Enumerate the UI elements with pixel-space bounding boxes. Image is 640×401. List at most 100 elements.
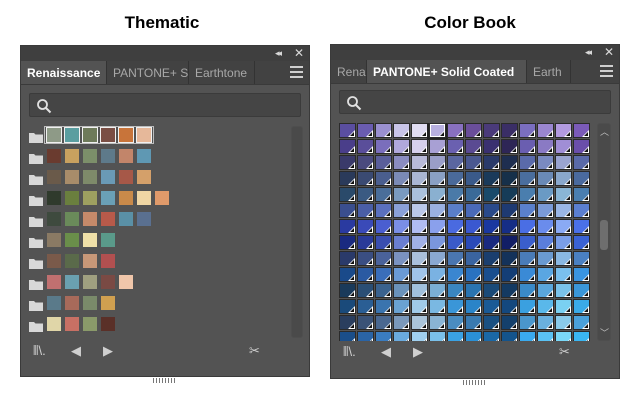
color-swatch[interactable] [101,254,115,268]
spot-color-swatch[interactable] [555,331,572,341]
spot-color-swatch[interactable] [519,187,536,202]
spot-color-swatch[interactable] [519,315,536,330]
spot-color-swatch[interactable] [483,315,500,330]
color-swatch[interactable] [101,170,115,184]
spot-color-swatch[interactable] [519,155,536,170]
spot-color-swatch[interactable] [357,171,374,186]
spot-color-swatch[interactable] [393,155,410,170]
spot-color-swatch[interactable] [447,299,464,314]
color-swatch[interactable] [47,275,61,289]
color-group-folder-icon[interactable] [29,130,43,143]
spot-color-swatch[interactable] [393,219,410,234]
spot-color-swatch[interactable] [357,203,374,218]
spot-color-swatch[interactable] [573,283,590,298]
spot-color-swatch[interactable] [465,187,482,202]
tab-pantone-solid-coated[interactable]: PANTONE+ Solid Coated [367,60,527,83]
spot-color-swatch[interactable] [375,331,392,341]
spot-color-swatch[interactable] [411,139,428,154]
spot-color-swatch[interactable] [555,155,572,170]
spot-color-swatch[interactable] [483,155,500,170]
spot-color-swatch[interactable] [357,267,374,282]
spot-color-swatch[interactable] [447,203,464,218]
tab-earthtone[interactable]: Earthtone [189,61,255,84]
spot-color-swatch[interactable] [555,203,572,218]
hamburger-menu-icon[interactable] [290,66,303,78]
color-group-folder-icon[interactable] [29,235,43,248]
spot-color-swatch[interactable] [465,251,482,266]
spot-color-swatch[interactable] [375,187,392,202]
spot-color-swatch[interactable] [465,315,482,330]
scroll-up-icon[interactable]: ︿ [600,125,609,138]
spot-color-swatch[interactable] [483,171,500,186]
spot-color-swatch[interactable] [573,235,590,250]
color-swatch[interactable] [65,170,79,184]
spot-color-swatch[interactable] [537,251,554,266]
spot-color-swatch[interactable] [411,235,428,250]
spot-color-swatch[interactable] [501,171,518,186]
spot-color-swatch[interactable] [339,171,356,186]
spot-color-swatch[interactable] [339,283,356,298]
spot-color-swatch[interactable] [447,251,464,266]
spot-color-swatch[interactable] [501,299,518,314]
color-swatch[interactable] [83,233,97,247]
spot-color-swatch[interactable] [411,187,428,202]
spot-color-swatch[interactable] [501,235,518,250]
spot-color-swatch[interactable] [357,331,374,341]
spot-color-swatch[interactable] [429,315,446,330]
spot-color-swatch[interactable] [339,203,356,218]
color-swatch[interactable] [47,212,61,226]
color-swatch[interactable] [83,275,97,289]
spot-color-swatch[interactable] [411,171,428,186]
spot-color-swatch[interactable] [501,251,518,266]
color-swatch[interactable] [83,149,97,163]
spot-color-swatch[interactable] [375,203,392,218]
spot-color-swatch[interactable] [393,315,410,330]
tab-earthtone[interactable]: Earth [527,60,571,83]
spot-color-swatch[interactable] [483,139,500,154]
spot-color-swatch[interactable] [555,187,572,202]
panel-title-bar[interactable]: ◂◂ ✕ [331,45,619,60]
spot-color-swatch[interactable] [573,299,590,314]
spot-color-swatch[interactable] [375,251,392,266]
color-swatch[interactable] [65,233,79,247]
spot-color-swatch[interactable] [411,251,428,266]
spot-color-swatch[interactable] [465,155,482,170]
hamburger-menu-icon[interactable] [600,65,613,77]
spot-color-swatch[interactable] [393,187,410,202]
spot-color-swatch[interactable] [483,251,500,266]
color-swatch[interactable] [119,170,133,184]
spot-color-swatch[interactable] [555,299,572,314]
spot-color-swatch[interactable] [555,219,572,234]
spot-color-swatch[interactable] [357,299,374,314]
color-swatch[interactable] [83,191,97,205]
spot-color-swatch[interactable] [393,267,410,282]
eyedropper-icon[interactable]: ✂ [249,343,260,359]
color-swatch[interactable] [101,317,115,331]
spot-color-swatch[interactable] [393,171,410,186]
spot-color-swatch[interactable] [339,235,356,250]
spot-color-swatch[interactable] [427,123,448,140]
color-swatch[interactable] [47,317,61,331]
spot-color-swatch[interactable] [501,123,518,138]
resize-grip[interactable] [153,370,177,383]
spot-color-swatch[interactable] [375,155,392,170]
spot-color-swatch[interactable] [411,203,428,218]
color-swatch[interactable] [65,254,79,268]
color-swatch[interactable] [101,296,115,310]
spot-color-swatch[interactable] [573,251,590,266]
spot-color-swatch[interactable] [555,315,572,330]
spot-color-swatch[interactable] [501,267,518,282]
spot-color-swatch[interactable] [447,283,464,298]
spot-color-swatch[interactable] [447,219,464,234]
color-group-folder-icon[interactable] [29,298,43,311]
eyedropper-icon[interactable]: ✂ [559,344,570,360]
spot-color-swatch[interactable] [447,123,464,138]
spot-color-swatch[interactable] [393,123,410,138]
color-swatch[interactable] [47,233,61,247]
color-swatch[interactable] [119,275,133,289]
spot-color-swatch[interactable] [537,171,554,186]
spot-color-swatch[interactable] [537,299,554,314]
spot-color-swatch[interactable] [501,331,518,341]
spot-color-swatch[interactable] [339,331,356,341]
spot-color-swatch[interactable] [519,123,536,138]
